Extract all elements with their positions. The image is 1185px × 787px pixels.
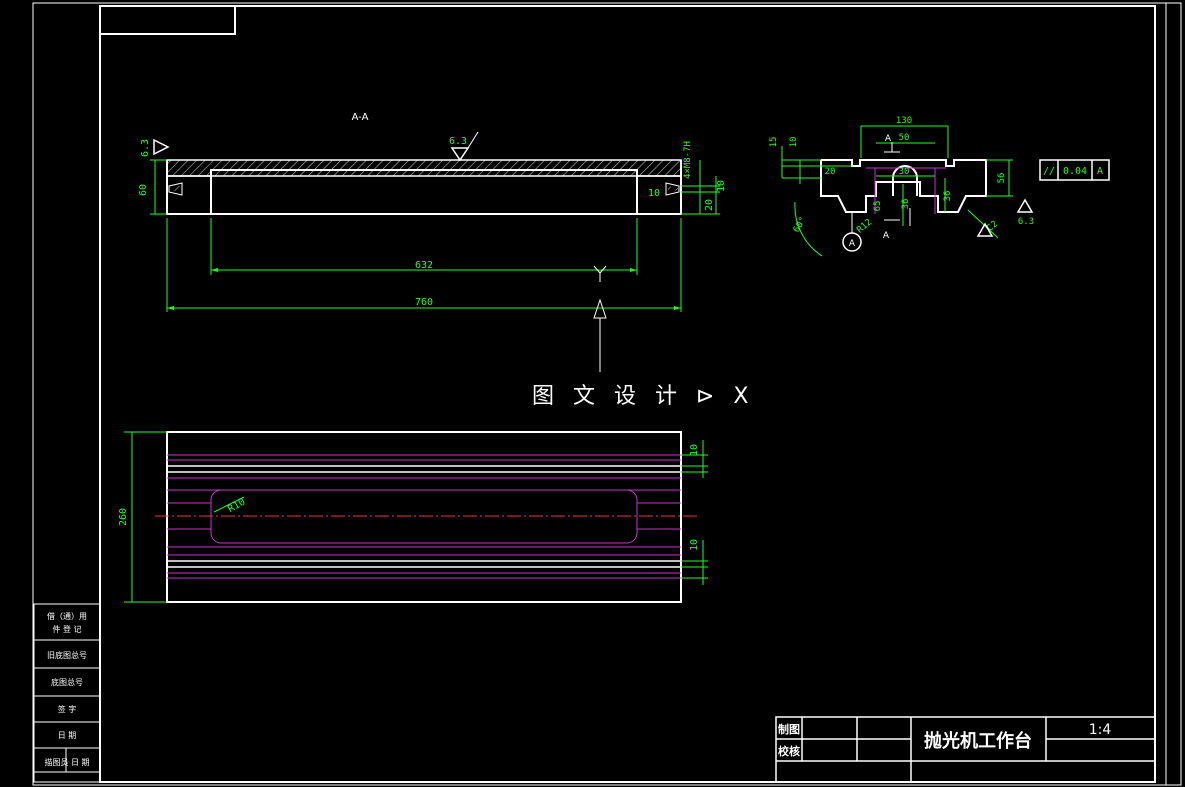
drawing-scale: 1:4: [1089, 722, 1112, 738]
tolerance-symbol: //: [1043, 166, 1055, 177]
strip-cell-3: 旧底图总号: [47, 650, 87, 660]
dim-plan-bottom-groove: 10: [689, 539, 700, 551]
roughness-left: 6.3: [140, 138, 170, 157]
front-hatch-top: [166, 159, 682, 177]
dim-profile-30: 30: [899, 167, 910, 177]
strip-cell-6: 日 期: [58, 731, 77, 740]
roughness-profile: 6.3: [976, 198, 1034, 237]
dim-profile-10: 10: [789, 137, 799, 148]
section-mark-top: A: [885, 134, 892, 144]
tolerance-datum: A: [1097, 166, 1103, 177]
dim-profile-65: 65: [873, 201, 883, 212]
checked-label: 校核: [778, 744, 800, 758]
view-arrow-y: [593, 265, 607, 372]
dim-front-overall: 760: [415, 297, 433, 308]
dim-profile-c2: C2: [985, 219, 1000, 234]
dim-front-right-vertical: 4×M8-7H: [683, 141, 693, 179]
strip-cell-2: 件 登 记: [52, 624, 81, 634]
svg-text:6.3: 6.3: [1018, 217, 1034, 227]
svg-text:6.3: 6.3: [449, 136, 467, 147]
section-mark-bottom: A: [883, 231, 890, 241]
dim-profile-130: 130: [896, 116, 912, 126]
tolerance-frame: // 0.04 A: [1039, 159, 1110, 181]
roughness-top: 6.3: [449, 131, 479, 162]
plan-dimensions: [124, 431, 708, 603]
dim-front-right-c: 20: [704, 199, 715, 211]
datum-letter: A: [849, 239, 856, 249]
plan-view: [155, 431, 700, 603]
drawn-label: 制图: [778, 722, 800, 736]
strip-cell-4: 底图总号: [51, 677, 83, 687]
dim-front-height: 60: [138, 184, 149, 196]
dim-plan-width: 260: [118, 508, 129, 526]
dim-profile-20: 20: [825, 167, 836, 177]
dim-profile-angle: 60°: [792, 215, 809, 234]
dim-profile-36: 36: [943, 191, 953, 202]
dim-plan-top-groove: 10: [689, 444, 700, 456]
dim-profile-r12: R12: [855, 217, 874, 235]
dim-front-right-a: 10: [648, 188, 660, 199]
dim-profile-36b: 36: [901, 199, 911, 210]
tolerance-value: 0.04: [1063, 166, 1087, 177]
front-view: [166, 159, 682, 215]
svg-text:6.3: 6.3: [140, 139, 151, 157]
strip-cell-7: 描图员 日 期: [44, 757, 89, 767]
dim-profile-56: 56: [997, 173, 1007, 184]
section-label: A-A: [352, 112, 369, 123]
drawing-canvas: 借（通）用 件 登 记 旧底图总号 底图总号 签 字 日 期 描图员 日 期 制…: [32, 2, 1182, 786]
watermark: 图 文 设 计 ⊳ X: [532, 384, 754, 409]
dim-front-right-b: 10: [716, 180, 727, 192]
front-dimensions: [150, 159, 720, 312]
dim-profile-15: 15: [769, 137, 779, 148]
drawing-title: 抛光机工作台: [924, 730, 1032, 752]
dim-front-inner: 632: [415, 260, 433, 271]
plan-outline: [166, 431, 682, 603]
dim-plan-radius: R10: [226, 497, 247, 516]
dim-profile-50: 50: [899, 133, 910, 143]
strip-cell-1: 借（通）用: [47, 611, 87, 621]
strip-cell-5: 签 字: [58, 704, 77, 714]
